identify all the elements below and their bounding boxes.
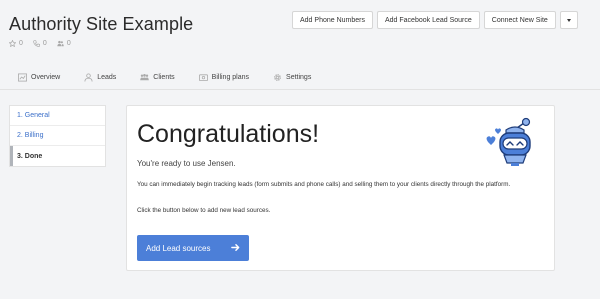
tracking-description: You can immediately begin tracking leads… — [137, 181, 511, 188]
page-header: Authority Site Example 0 0 0 Add Phone N… — [0, 0, 600, 66]
add-sources-instruction: Click the button below to add new lead s… — [137, 207, 271, 214]
header-actions: Add Phone Numbers Add Facebook Lead Sour… — [292, 11, 578, 29]
star-icon — [9, 40, 16, 47]
phone-stat: 0 — [33, 40, 47, 47]
star-stat: 0 — [9, 40, 23, 47]
card-icon — [198, 73, 208, 81]
tab-clients-label: Clients — [153, 73, 175, 81]
phone-count: 0 — [42, 40, 47, 47]
add-phone-numbers-button[interactable]: Add Phone Numbers — [292, 11, 373, 29]
tabs-divider — [0, 89, 600, 90]
tab-billing-plans[interactable]: Billing plans — [198, 66, 250, 88]
person-icon — [84, 72, 93, 82]
arrow-right-icon — [231, 244, 240, 251]
group-icon — [140, 73, 150, 80]
completion-card: Congratulations! You're ready to use Jen… — [126, 105, 555, 271]
ready-subtitle: You're ready to use Jensen. — [137, 159, 236, 168]
add-lead-sources-button[interactable]: Add Lead sources — [137, 235, 249, 261]
tab-leads[interactable]: Leads — [84, 66, 116, 88]
tab-leads-label: Leads — [97, 73, 117, 81]
users-icon — [57, 40, 64, 47]
congratulations-heading: Congratulations! — [137, 120, 320, 148]
phone-icon — [33, 40, 40, 47]
chart-icon — [18, 72, 27, 82]
site-stats: 0 0 0 — [9, 40, 71, 47]
step-done: 3. Done — [10, 146, 105, 166]
star-count: 0 — [19, 40, 23, 47]
users-stat: 0 — [57, 40, 71, 47]
users-count: 0 — [66, 40, 71, 47]
tab-settings-label: Settings — [286, 73, 312, 81]
tab-overview[interactable]: Overview — [18, 66, 60, 88]
tab-settings[interactable]: Settings — [273, 66, 311, 88]
more-actions-dropdown[interactable] — [559, 11, 578, 29]
tab-overview-label: Overview — [31, 73, 61, 81]
page-title: Authority Site Example — [9, 14, 194, 34]
tab-billing-plans-label: Billing plans — [211, 73, 250, 81]
gear-icon — [274, 73, 281, 81]
step-general[interactable]: 1. General — [10, 106, 105, 126]
main-tabs: Overview Leads Clients Billing plans Set… — [0, 66, 600, 88]
step-billing[interactable]: 2. Billing — [10, 126, 105, 146]
tab-clients[interactable]: Clients — [140, 66, 175, 88]
add-lead-sources-label: Add Lead sources — [146, 243, 211, 253]
robot-mascot-icon — [486, 117, 531, 166]
connect-new-site-button[interactable]: Connect New Site — [483, 11, 556, 29]
chevron-down-icon — [566, 18, 571, 22]
add-facebook-lead-source-button[interactable]: Add Facebook Lead Source — [376, 11, 480, 29]
wizard-steps: 1. General 2. Billing 3. Done — [9, 105, 106, 167]
